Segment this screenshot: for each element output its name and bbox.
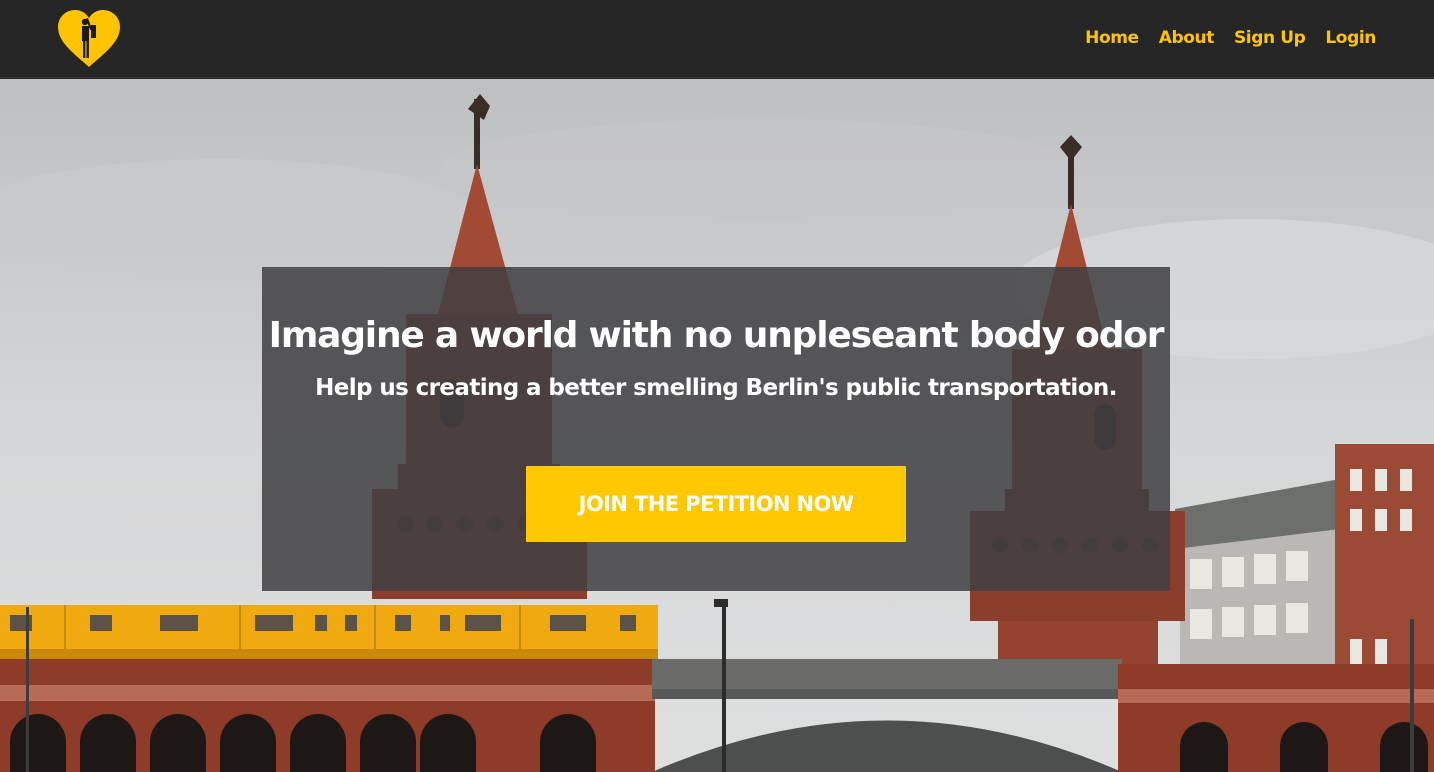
hero-headline: Imagine a world with no unpleseant body … [268, 315, 1165, 356]
join-petition-button[interactable]: JOIN THE PETITION NOW [526, 466, 906, 542]
nav-about-link[interactable]: About [1159, 28, 1215, 48]
main-nav: Home About Sign Up Login [1085, 28, 1376, 48]
hero-section: Imagine a world with no unpleseant body … [0, 79, 1434, 772]
nav-login-link[interactable]: Login [1325, 28, 1376, 48]
nav-signup-link[interactable]: Sign Up [1234, 28, 1306, 48]
nav-home-link[interactable]: Home [1085, 28, 1139, 48]
hero-overlay-panel: Imagine a world with no unpleseant body … [262, 267, 1170, 591]
heart-with-person-icon[interactable] [56, 9, 122, 69]
hero-subline: Help us creating a better smelling Berli… [315, 375, 1117, 401]
top-navbar: Home About Sign Up Login [0, 0, 1434, 78]
